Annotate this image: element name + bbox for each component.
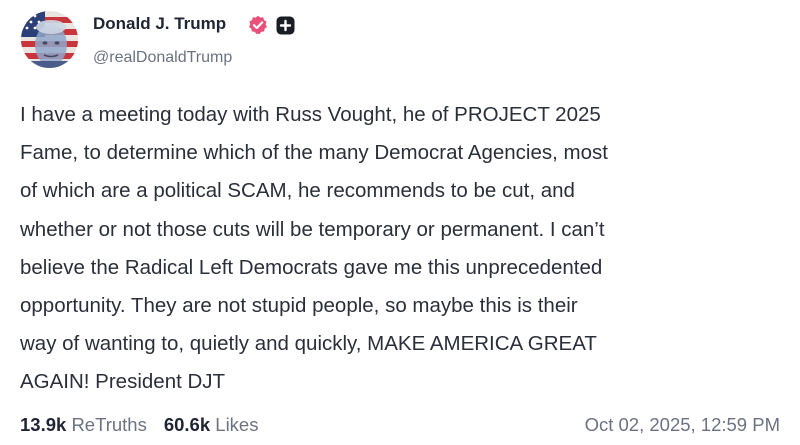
post-timestamp[interactable]: Oct 02, 2025, 12:59 PM (585, 413, 780, 437)
post-card: Donald J. Trump @realDonaldTrump I have … (0, 0, 800, 445)
post-body: I have a meeting today with Russ Vought,… (20, 96, 785, 402)
post-line: of which are a political SCAM, he recomm… (20, 179, 575, 203)
post-line: whether or not those cuts will be tempor… (20, 217, 605, 241)
author-name[interactable]: Donald J. Trump (93, 14, 226, 34)
post-line: I have a meeting today with Russ Vought,… (20, 103, 601, 126)
plus-badge-icon (276, 16, 295, 35)
post-line: way of wanting to, quietly and quickly, … (20, 332, 597, 356)
retruths-stat[interactable]: 13.9k ReTruths (20, 414, 147, 435)
avatar[interactable] (21, 11, 78, 68)
post-stats: 13.9k ReTruths 60.6k Likes (20, 413, 258, 437)
post-line: believe the Radical Left Democrats gave … (20, 255, 603, 279)
post-line: opportunity. They are not stupid people,… (20, 294, 578, 318)
likes-label: Likes (215, 414, 259, 435)
verified-icon (249, 15, 267, 35)
retruths-label: ReTruths (71, 414, 147, 435)
author-handle[interactable]: @realDonaldTrump (93, 48, 232, 68)
post-line: Fame, to determine which of the many Dem… (20, 141, 608, 165)
retruths-count: 13.9k (20, 414, 67, 435)
likes-count: 60.6k (163, 414, 211, 435)
post-line: AGAIN! President DJT (20, 370, 226, 394)
likes-stat[interactable]: 60.6k Likes (164, 414, 259, 435)
